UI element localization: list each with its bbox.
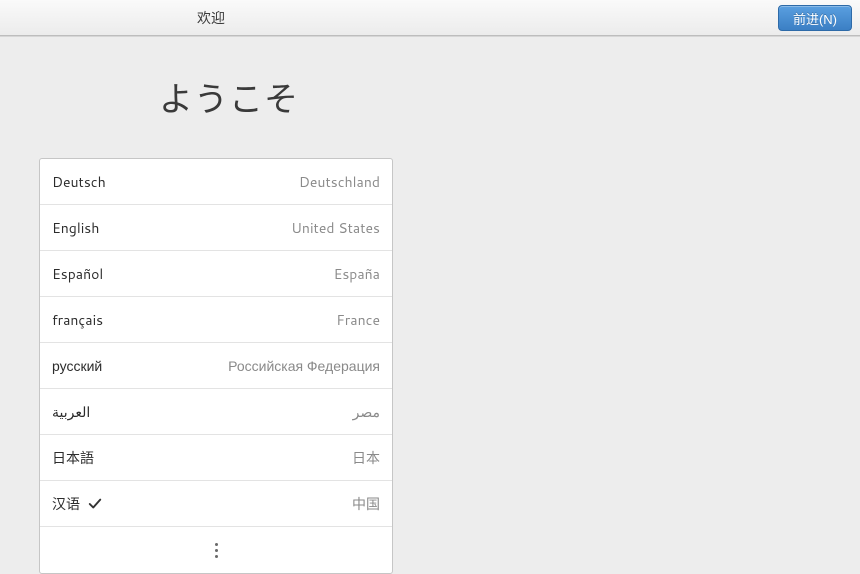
language-name: русский: [52, 356, 102, 376]
forward-button[interactable]: 前进(N): [778, 5, 852, 31]
language-country: 日本: [352, 448, 380, 468]
page-title: 欢迎: [197, 8, 225, 28]
language-country: Российская Федерация: [228, 356, 380, 376]
more-languages-button[interactable]: [40, 527, 392, 573]
language-row[interactable]: 汉语 中国: [40, 481, 392, 527]
language-country: Deutschland: [299, 172, 380, 192]
headerbar: 欢迎 前进(N): [0, 0, 860, 36]
language-row[interactable]: English United States: [40, 205, 392, 251]
language-name: français: [52, 310, 103, 330]
language-country: مصر: [353, 402, 380, 422]
language-name: English: [52, 218, 99, 238]
more-icon: [215, 543, 218, 558]
language-name: 日本語: [52, 448, 94, 468]
language-country: España: [334, 264, 380, 284]
language-name: 汉语: [52, 494, 80, 514]
language-row[interactable]: français France: [40, 297, 392, 343]
language-row[interactable]: العربية مصر: [40, 389, 392, 435]
language-country: 中国: [352, 494, 380, 514]
language-name: Deutsch: [52, 172, 106, 192]
language-row[interactable]: Español España: [40, 251, 392, 297]
language-row[interactable]: 日本語 日本: [40, 435, 392, 481]
language-name: العربية: [52, 402, 90, 422]
language-name: Español: [52, 264, 103, 284]
language-row[interactable]: Deutsch Deutschland: [40, 159, 392, 205]
language-country: France: [336, 310, 380, 330]
language-row[interactable]: русский Российская Федерация: [40, 343, 392, 389]
welcome-heading: ようこそ: [159, 72, 860, 122]
language-country: United States: [291, 218, 380, 238]
check-icon: [88, 497, 102, 511]
content-area: ようこそ Deutsch Deutschland English United Sta…: [0, 72, 860, 574]
language-list: Deutsch Deutschland English United States Es…: [39, 158, 393, 574]
